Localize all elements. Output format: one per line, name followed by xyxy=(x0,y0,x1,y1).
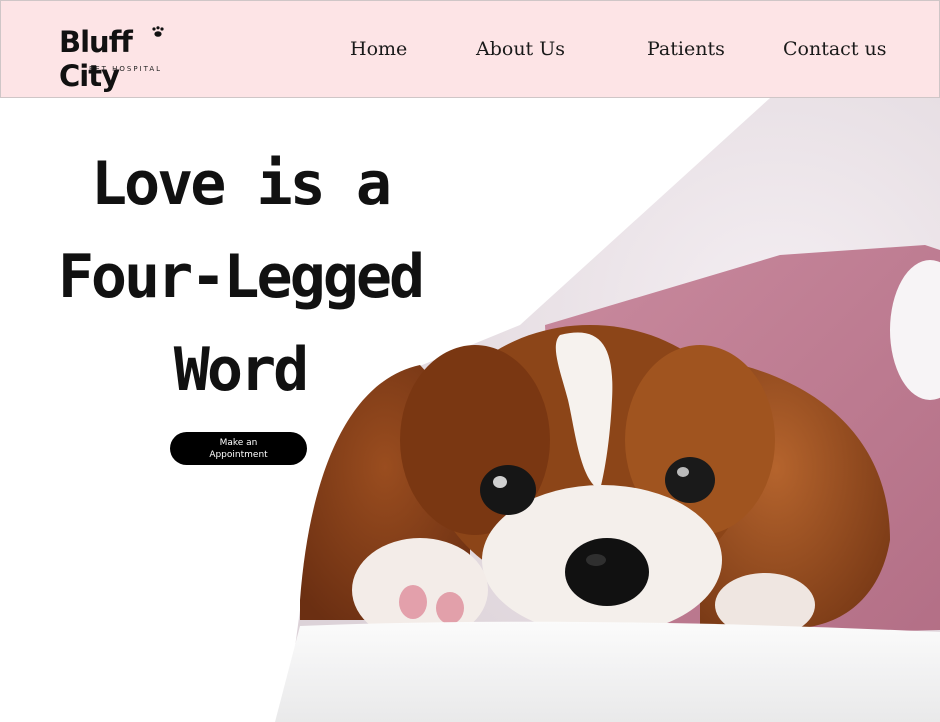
cta-label-line-1: Make an xyxy=(219,437,258,448)
logo-tagline: PET HOSPITAL xyxy=(89,65,163,73)
headline-line-1: Love is a xyxy=(90,149,392,219)
make-appointment-button[interactable]: Make an Appointment xyxy=(170,432,307,465)
cta-label-line-2: Appointment xyxy=(209,449,268,460)
nav-home[interactable]: Home xyxy=(350,38,407,60)
logo[interactable]: Bluff City PET HOSPITAL xyxy=(59,25,199,93)
hero-headline: Love is a Four-Legged Word xyxy=(20,138,460,417)
headline-line-2: Four-Legged xyxy=(57,242,425,312)
nav-about-us[interactable]: About Us xyxy=(476,38,565,60)
nav-patients[interactable]: Patients xyxy=(647,38,725,60)
site-header: Bluff City PET HOSPITAL Home About Us Pa… xyxy=(0,0,940,98)
nav-contact-us[interactable]: Contact us xyxy=(783,38,886,60)
paw-icon xyxy=(152,26,164,37)
logo-wordmark: Bluff City xyxy=(59,25,133,93)
headline-line-3: Word xyxy=(173,335,310,405)
